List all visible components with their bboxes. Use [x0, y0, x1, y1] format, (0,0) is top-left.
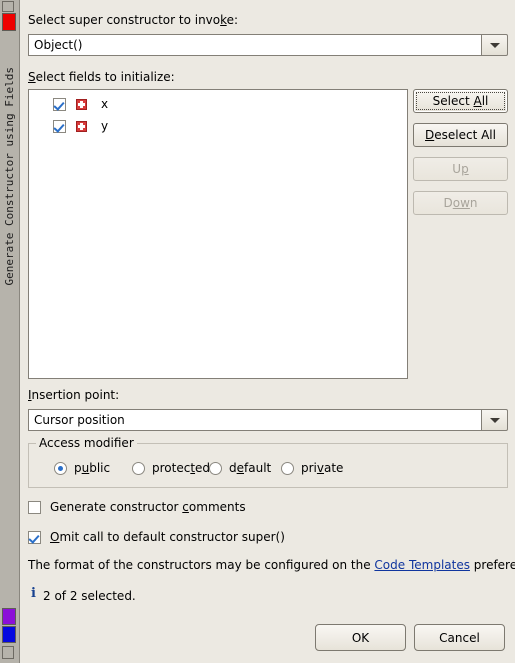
code-templates-link[interactable]: Code Templates	[374, 558, 470, 572]
minimize-icon[interactable]	[2, 1, 14, 12]
info-icon: i	[31, 586, 36, 601]
omit-super-checkbox[interactable]: Omit call to default constructor super()	[28, 530, 285, 544]
public-field-icon	[76, 98, 87, 110]
hint-after: preference page.	[473, 558, 515, 572]
field-name-x: x	[101, 97, 109, 111]
view-tab-rail: Generate Constructor using Fields	[0, 0, 20, 663]
radio-protected-label: protected	[152, 461, 211, 475]
chevron-down-icon	[489, 417, 500, 423]
radio-public-label: public	[74, 461, 111, 475]
radio-public-indicator[interactable]	[54, 461, 67, 475]
select-all-button[interactable]: Select All	[413, 89, 508, 113]
super-constructor-label-post: e:	[226, 13, 239, 27]
generate-comments-checkbox-indicator[interactable]	[28, 500, 41, 514]
field-checkbox-y[interactable]	[53, 119, 66, 133]
cancel-button[interactable]: Cancel	[414, 624, 505, 651]
radio-private-label: private	[301, 461, 344, 475]
access-modifier-group: Access modifier public protected default…	[28, 436, 508, 488]
super-constructor-value[interactable]: Object()	[28, 34, 481, 56]
move-down-button[interactable]: Down	[413, 191, 508, 215]
fields-label: Select fields to initialize:	[28, 70, 175, 84]
insertion-point-value[interactable]: Cursor position	[28, 409, 481, 431]
fields-label-post: elect fields to initialize:	[35, 70, 175, 84]
rail-view-title: Generate Constructor using Fields	[0, 36, 18, 316]
focus-ring	[416, 92, 505, 110]
status-text: 2 of 2 selected.	[43, 589, 136, 603]
radio-private[interactable]: private	[281, 461, 343, 475]
omit-super-checkbox-indicator[interactable]	[28, 530, 41, 544]
move-down-label: Down	[443, 196, 478, 210]
radio-default[interactable]: default	[209, 461, 271, 475]
super-constructor-label: Select super constructor to invoke:	[28, 13, 238, 27]
code-templates-hint: The format of the constructors may be co…	[28, 558, 515, 572]
hint-before: The format of the constructors may be co…	[28, 558, 375, 572]
radio-public[interactable]: public	[54, 461, 110, 475]
move-up-label: Up	[452, 162, 469, 176]
insertion-point-dropdown-button[interactable]	[481, 409, 508, 431]
blue-marker-icon[interactable]	[2, 626, 16, 643]
cancel-button-label: Cancel	[439, 630, 480, 645]
field-checkbox-x[interactable]	[53, 97, 66, 111]
insertion-point-label: Insertion point:	[28, 388, 119, 402]
chevron-down-icon	[489, 42, 500, 48]
super-constructor-combo[interactable]: Object()	[28, 34, 508, 56]
access-modifier-group-title: Access modifier	[36, 436, 137, 450]
super-constructor-label-pre: Select super constructor to invo	[28, 13, 221, 27]
radio-default-indicator[interactable]	[209, 461, 222, 475]
restore-icon[interactable]	[2, 646, 14, 659]
deselect-all-button[interactable]: Deselect All	[413, 123, 508, 147]
move-up-button[interactable]: Up	[413, 157, 508, 181]
red-marker-icon[interactable]	[2, 13, 16, 31]
table-row[interactable]: x	[29, 93, 407, 115]
generate-comments-label: Generate constructor comments	[50, 500, 246, 514]
radio-protected[interactable]: protected	[132, 461, 210, 475]
super-constructor-dropdown-button[interactable]	[481, 34, 508, 56]
fields-list[interactable]: x y	[28, 89, 408, 379]
deselect-all-label: Deselect All	[425, 128, 496, 142]
radio-protected-indicator[interactable]	[132, 461, 145, 475]
omit-super-label: Omit call to default constructor super()	[50, 530, 285, 544]
insertion-point-combo[interactable]: Cursor position	[28, 409, 508, 431]
field-name-y: y	[101, 119, 109, 133]
generate-comments-checkbox[interactable]: Generate constructor comments	[28, 500, 246, 514]
ok-button[interactable]: OK	[315, 624, 406, 651]
fields-label-mnemonic: S	[28, 70, 36, 84]
rail-view-title-text: Generate Constructor using Fields	[2, 66, 16, 286]
ok-button-label: OK	[351, 630, 370, 645]
table-row[interactable]: y	[29, 115, 407, 137]
generate-constructor-dialog: Select super constructor to invoke: Obje…	[21, 0, 515, 663]
insertion-point-label-post: nsertion point:	[31, 388, 120, 402]
public-field-icon	[76, 120, 87, 132]
radio-private-indicator[interactable]	[281, 461, 294, 475]
radio-default-label: default	[229, 461, 272, 475]
purple-marker-icon[interactable]	[2, 608, 16, 625]
